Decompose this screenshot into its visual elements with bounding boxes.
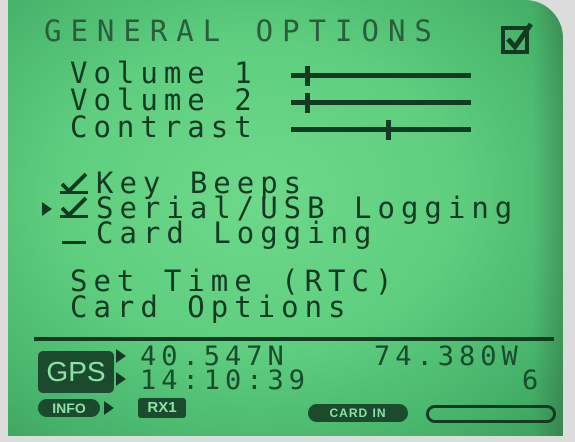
rx-badge: RX1 — [138, 398, 186, 418]
gps-badge: GPS — [38, 351, 114, 393]
triangle-right-icon — [116, 349, 126, 363]
triangle-right-icon — [116, 372, 126, 386]
contrast-slider[interactable] — [291, 127, 471, 132]
lcd-screen: GENERAL OPTIONS Volume 1 Volume 2 Contra… — [8, 0, 563, 436]
menu-card-options[interactable]: Card Options — [70, 293, 352, 322]
volume-2-slider[interactable] — [291, 100, 471, 105]
contrast-label: Contrast — [70, 110, 258, 144]
volume-1-slider[interactable] — [291, 73, 471, 78]
page-title: GENERAL OPTIONS — [44, 14, 441, 48]
longitude-readout: 74.380W — [374, 341, 523, 372]
contrast-knob[interactable] — [386, 120, 391, 140]
time-readout: 14:10:39 — [140, 365, 311, 396]
checkmark-icon — [60, 172, 88, 194]
volume-1-knob[interactable] — [305, 66, 310, 86]
triangle-right-icon — [104, 401, 114, 415]
volume-2-knob[interactable] — [305, 93, 310, 113]
card-in-badge: CARD IN — [308, 404, 408, 422]
card-usage-bar — [426, 405, 556, 423]
triangle-right-icon — [42, 202, 52, 216]
checkmark-icon — [60, 196, 88, 218]
unchecked-mark — [62, 241, 86, 244]
option-card-logging[interactable]: Card Logging — [96, 219, 378, 248]
satellite-count: 6 — [522, 365, 544, 396]
info-badge: INFO — [38, 399, 100, 417]
checkbox-checked-icon[interactable] — [501, 22, 533, 54]
